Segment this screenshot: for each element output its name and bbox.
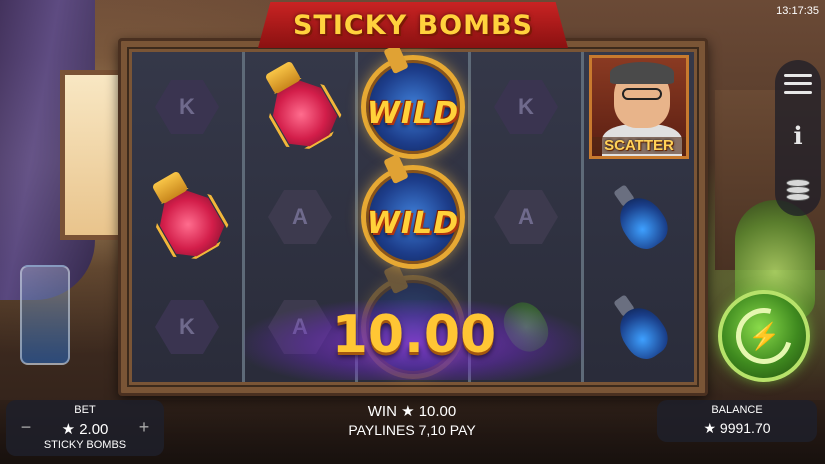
clock: 13:17:35	[776, 5, 819, 17]
side-menu: i	[775, 60, 821, 216]
symbol-k: K	[494, 80, 558, 134]
spin-button[interactable]: ⚡	[718, 290, 810, 382]
bet-game-name: STICKY BOMBS	[43, 439, 127, 451]
bet-panel: BET − ★ 2.00 + STICKY BOMBS	[6, 400, 164, 456]
symbol-k: K	[155, 300, 219, 354]
reel-cell: WILD	[358, 153, 468, 272]
paylines-status: PAYLINES 7,10 PAY	[348, 422, 476, 438]
reel-5: SCATTER	[584, 52, 694, 382]
reel-cell	[584, 162, 694, 272]
reel-1: K K	[132, 52, 245, 382]
symbol-a: A	[268, 190, 332, 244]
reel-cell: K	[132, 52, 242, 162]
reel-cell	[132, 162, 242, 272]
blue-potion-icon	[598, 284, 679, 370]
reel-cell: A	[471, 162, 581, 272]
red-potion-icon	[243, 48, 357, 166]
wild-label: WILD	[366, 206, 460, 241]
coin-stack-icon[interactable]	[784, 177, 812, 203]
reel-cell: SCATTER	[584, 52, 694, 162]
bet-title: BET	[74, 404, 96, 416]
blue-potion-icon	[598, 174, 679, 260]
bet-increase-button[interactable]: +	[134, 416, 154, 438]
reel-cell: A	[245, 162, 355, 272]
red-potion-icon	[130, 158, 244, 276]
wild-label: WILD	[366, 96, 460, 131]
blue-flask-decoration	[20, 265, 70, 365]
reel-cell: K	[471, 52, 581, 162]
game-title: STICKY BOMBS	[292, 9, 534, 41]
balance-panel: BALANCE ★ 9991.70	[657, 400, 817, 442]
balance-value: ★ 9991.70	[703, 420, 771, 436]
win-status: WIN ★ 10.00	[367, 403, 457, 420]
wild-bomb-icon: WILD	[361, 43, 465, 159]
reel-cell	[584, 272, 694, 382]
lightning-icon: ⚡	[747, 320, 781, 351]
scatter-scientist-icon: SCATTER	[589, 55, 689, 159]
symbol-k: K	[155, 80, 219, 134]
reel-cell: K	[132, 272, 242, 382]
scatter-label: SCATTER	[592, 137, 686, 154]
reel-cell: WILD	[358, 43, 468, 162]
symbol-a: A	[494, 190, 558, 244]
wild-bomb-icon: WILD	[361, 153, 465, 269]
game-logo: STICKY BOMBS	[258, 2, 568, 48]
spin-ring-icon: ⚡	[725, 297, 803, 375]
reel-cell	[245, 52, 355, 162]
hamburger-menu-icon[interactable]	[784, 73, 812, 94]
status-info: WIN ★ 10.00 PAYLINES 7,10 PAY	[300, 402, 524, 438]
win-amount: 10.00	[331, 305, 497, 365]
balance-title: BALANCE	[711, 404, 763, 416]
info-icon[interactable]: i	[793, 121, 802, 150]
